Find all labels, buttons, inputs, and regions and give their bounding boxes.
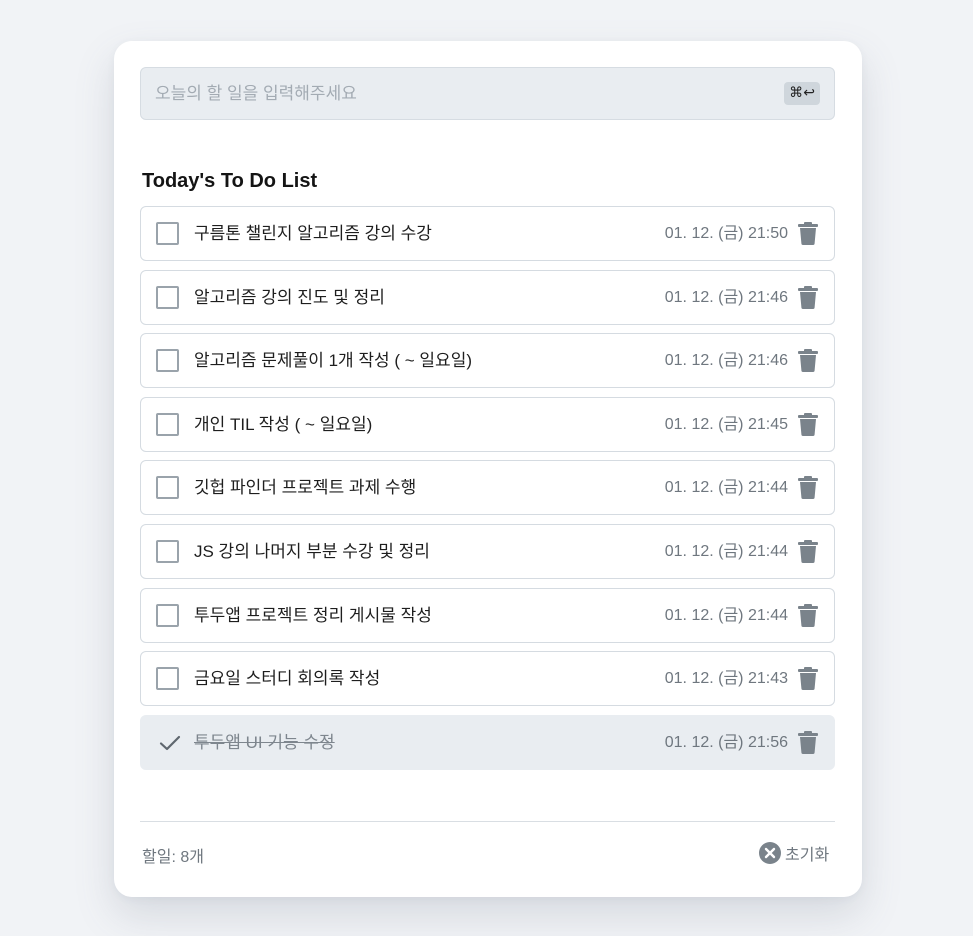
trash-icon[interactable] <box>798 222 818 245</box>
todo-checkbox[interactable] <box>156 667 179 691</box>
todo-date: 01. 12. (금) 21:50 <box>664 225 788 242</box>
todo-item: 금요일 스터디 회의록 작성 01. 12. (금) 21:43 <box>140 651 835 707</box>
todo-text: 투두앱 UI 기능 수정 <box>194 732 335 752</box>
todo-text: 깃헙 파인더 프로젝트 과제 수행 <box>194 478 417 498</box>
todo-checkbox[interactable] <box>156 539 179 563</box>
trash-icon[interactable] <box>798 285 818 309</box>
reset-label: 초기화 <box>785 847 830 864</box>
trash-icon[interactable] <box>798 349 818 373</box>
todo-count: 할일: 8개 <box>142 849 204 866</box>
reset-button[interactable]: 초기화 <box>759 841 829 865</box>
todo-text: 구름톤 챌린지 알고리즘 강의 수강 <box>194 224 432 243</box>
todo-list: 구름톤 챌린지 알고리즘 강의 수강 01. 12. (금) 21:50 알고리즘 … <box>140 206 835 778</box>
todo-date: 01. 12. (금) 21:46 <box>664 352 788 370</box>
todo-date: 01. 12. (금) 21:43 <box>664 670 788 688</box>
todo-item: 알고리즘 문제풀이 1개 작성 ( ~ 일요일) 01. 12. (금) 21:4… <box>140 333 835 389</box>
trash-icon[interactable] <box>798 730 818 754</box>
todo-item: 깃헙 파인더 프로젝트 과제 수행 01. 12. (금) 21:44 <box>140 460 835 516</box>
trash-icon[interactable] <box>798 667 818 691</box>
todo-item: 구름톤 챌린지 알고리즘 강의 수강 01. 12. (금) 21:50 <box>140 206 835 261</box>
todo-checkbox[interactable] <box>156 285 179 309</box>
trash-icon[interactable] <box>798 603 818 627</box>
todo-text: 알고리즘 강의 진도 및 정리 <box>194 287 385 307</box>
todo-date: 01. 12. (금) 21:45 <box>664 415 788 433</box>
todo-input[interactable] <box>155 68 755 119</box>
trash-icon[interactable] <box>798 539 818 563</box>
todo-date: 01. 12. (금) 21:46 <box>664 288 788 306</box>
todo-text: JS 강의 나머지 부분 수강 및 정리 <box>194 541 430 561</box>
todo-item: 투두앱 UI 기능 수정 01. 12. (금) 21:56 <box>140 714 835 770</box>
todo-checkbox[interactable] <box>156 412 179 436</box>
todo-text: 알고리즘 문제풀이 1개 작성 ( ~ 일요일) <box>194 351 473 371</box>
todo-checkbox[interactable] <box>156 222 179 245</box>
todo-text: 개인 TIL 작성 ( ~ 일요일) <box>194 414 373 434</box>
todo-date: 01. 12. (금) 21:44 <box>664 606 788 624</box>
todo-card: ⌘↩ Today's To Do List 구름톤 챌린지 알고리즘 강의 수강… <box>114 41 862 897</box>
close-circle-icon <box>759 842 781 864</box>
todo-text: 금요일 스터디 회의록 작성 <box>194 669 381 689</box>
footer-divider <box>140 821 835 822</box>
submit-shortcut-badge[interactable]: ⌘↩ <box>784 82 820 105</box>
todo-checkbox[interactable] <box>156 603 179 627</box>
todo-date: 01. 12. (금) 21:44 <box>664 479 788 497</box>
list-title: Today's To Do List <box>142 170 318 192</box>
todo-item: JS 강의 나머지 부분 수강 및 정리 01. 12. (금) 21:44 <box>140 523 835 579</box>
todo-input-box: ⌘↩ <box>140 67 835 120</box>
trash-icon[interactable] <box>798 412 818 436</box>
trash-icon[interactable] <box>798 476 818 500</box>
check-icon[interactable] <box>158 731 182 755</box>
todo-date: 01. 12. (금) 21:56 <box>664 733 788 751</box>
todo-checkbox[interactable] <box>156 476 179 500</box>
todo-text: 투두앱 프로젝트 정리 게시물 작성 <box>194 605 432 625</box>
todo-checkbox[interactable] <box>156 349 179 373</box>
todo-item: 알고리즘 강의 진도 및 정리 01. 12. (금) 21:46 <box>140 269 835 325</box>
todo-item: 투두앱 프로젝트 정리 게시물 작성 01. 12. (금) 21:44 <box>140 587 835 643</box>
todo-date: 01. 12. (금) 21:44 <box>664 542 788 560</box>
todo-item: 개인 TIL 작성 ( ~ 일요일) 01. 12. (금) 21:45 <box>140 396 835 452</box>
